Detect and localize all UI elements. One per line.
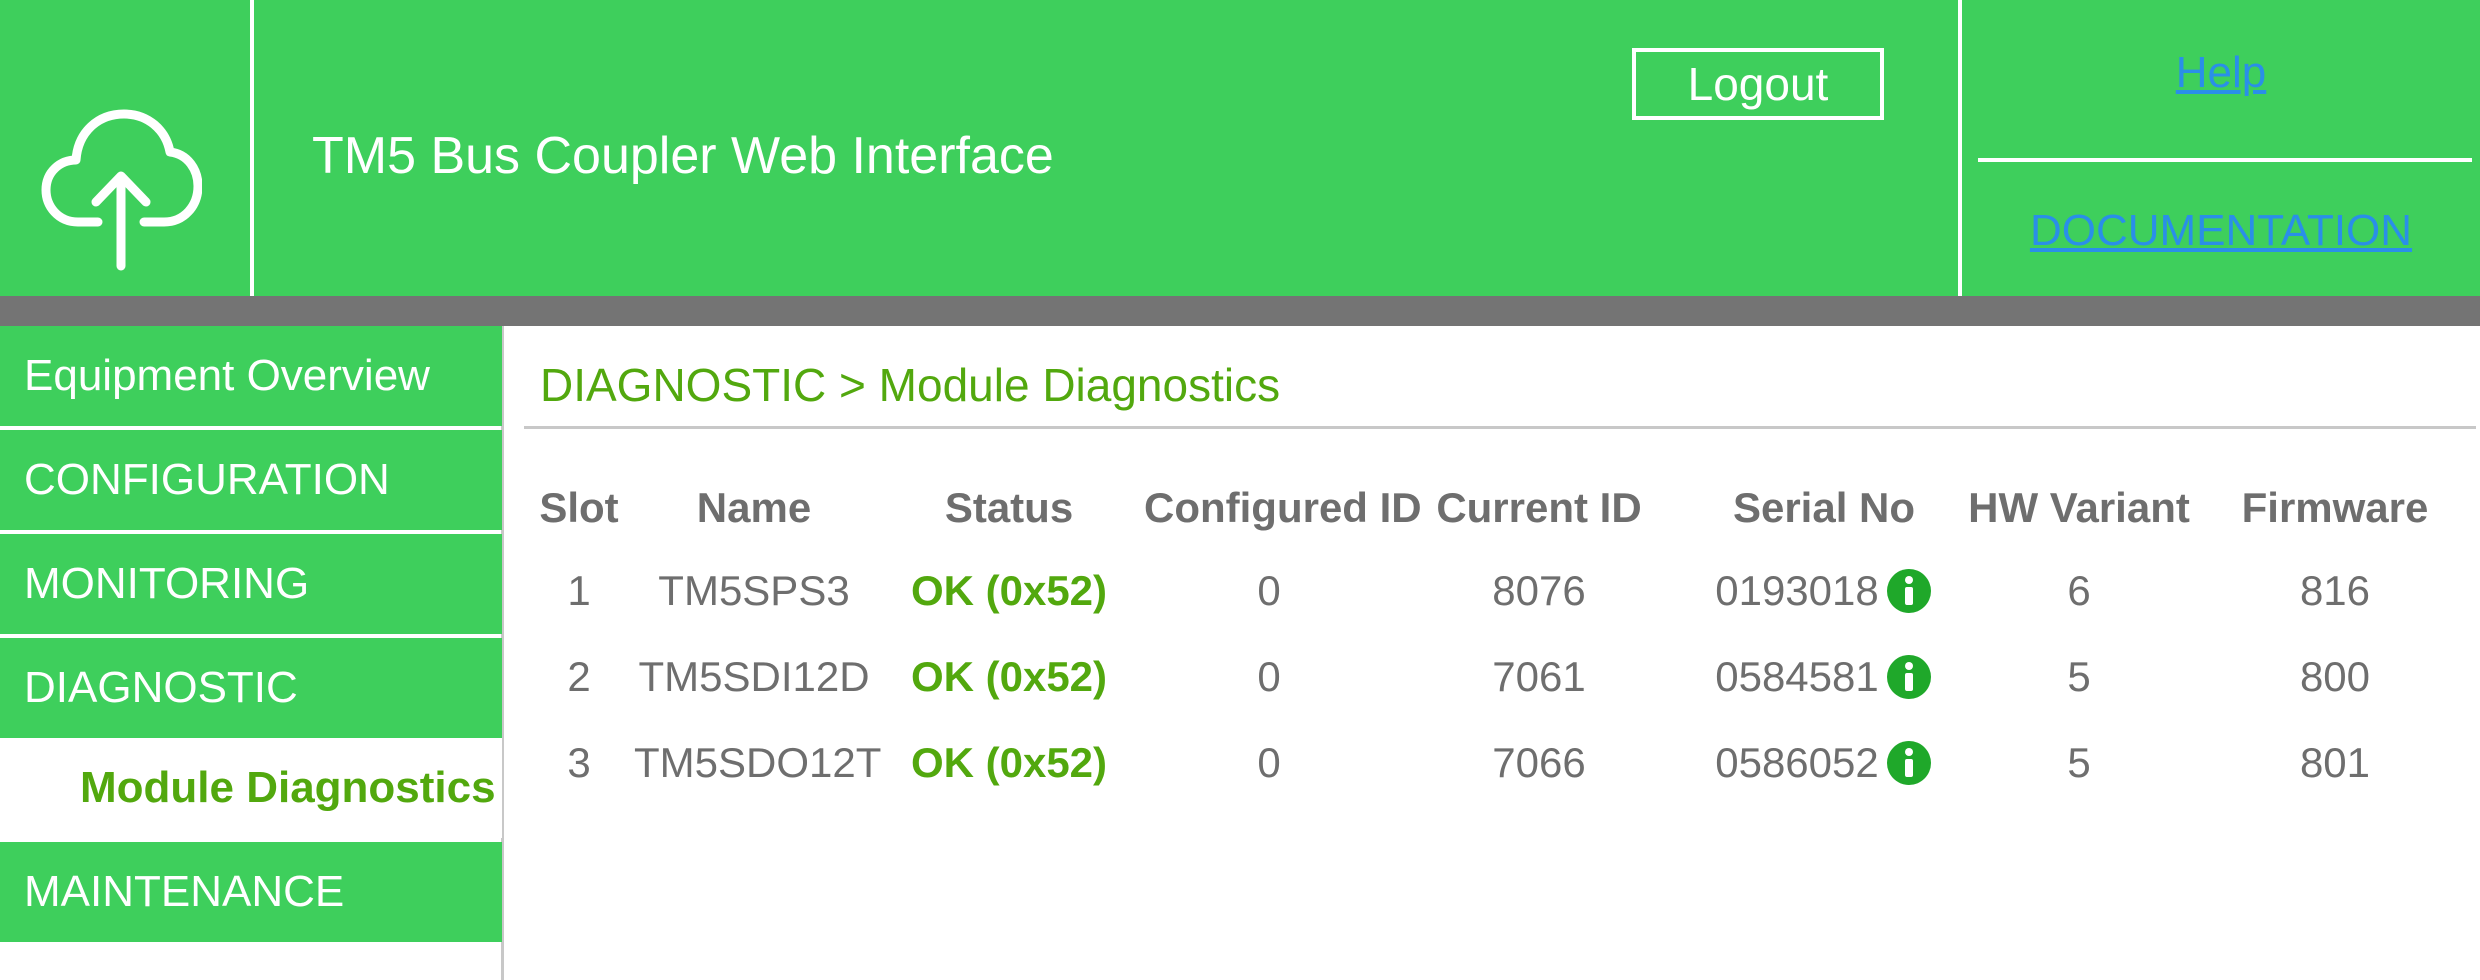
column-header-current-id: Current ID (1436, 484, 1642, 531)
cell-status: OK (0x52) (910, 739, 1108, 786)
help-panel: Help DOCUMENTATION (1958, 0, 2480, 296)
help-divider (1978, 158, 2472, 162)
cell-firmware: 816 (2299, 567, 2371, 614)
header-separator-band (0, 296, 2480, 326)
cell-name: TM5SPS3 (658, 567, 850, 614)
sidebar-item-diagnostic[interactable]: DIAGNOSTIC (0, 638, 502, 738)
cell-status: OK (0x52) (910, 653, 1108, 700)
cell-current-id: 7066 (1492, 739, 1586, 786)
serial-number: 0193018 (1715, 567, 1879, 614)
cell-serial-no: 0584581 (1684, 634, 1964, 720)
sidebar: Equipment Overview CONFIGURATION MONITOR… (0, 326, 504, 980)
info-icon[interactable] (1885, 739, 1933, 787)
breadcrumb: DIAGNOSTIC > Module Diagnostics (540, 359, 1281, 411)
cell-serial-no: 0193018 (1684, 548, 1964, 634)
cell-hw-variant: 6 (2067, 567, 2091, 614)
logo-area (0, 0, 254, 296)
breadcrumb-divider (524, 426, 2476, 429)
logout-button[interactable]: Logout (1632, 48, 1884, 120)
cell-configured-id: 0 (1257, 653, 1281, 700)
cell-current-id: 7061 (1492, 653, 1586, 700)
column-header-configured-id: Configured ID (1144, 484, 1422, 531)
cell-slot: 3 (567, 739, 591, 786)
table-row: 3 TM5SDO12T OK (0x52) 0 7066 0586052 5 8… (524, 720, 2476, 806)
help-link[interactable]: Help (1962, 48, 2480, 98)
cell-configured-id: 0 (1257, 567, 1281, 614)
info-icon[interactable] (1885, 653, 1933, 701)
column-header-name: Name (696, 484, 812, 531)
documentation-link[interactable]: DOCUMENTATION (1962, 206, 2480, 256)
sidebar-item-monitoring[interactable]: MONITORING (0, 534, 502, 634)
cloud-upload-icon (41, 109, 202, 271)
sidebar-item-module-diagnostics[interactable]: Module Diagnostics (0, 738, 502, 838)
sidebar-item-equipment-overview[interactable]: Equipment Overview (0, 326, 502, 426)
header-bar: TM5 Bus Coupler Web Interface Logout Hel… (0, 0, 2480, 296)
cell-serial-no: 0586052 (1684, 720, 1964, 806)
cell-hw-variant: 5 (2067, 739, 2091, 786)
cell-name: TM5SDO12T (634, 739, 882, 786)
cell-hw-variant: 5 (2067, 653, 2091, 700)
cell-slot: 1 (567, 567, 591, 614)
column-header-status: Status (944, 484, 1074, 531)
info-icon[interactable] (1885, 567, 1933, 615)
cell-name: TM5SDI12D (638, 653, 870, 700)
cell-status: OK (0x52) (910, 567, 1108, 614)
cell-slot: 2 (567, 653, 591, 700)
table-row: 1 TM5SPS3 OK (0x52) 0 8076 0193018 6 816 (524, 548, 2476, 634)
cell-firmware: 800 (2299, 653, 2371, 700)
serial-number: 0584581 (1715, 653, 1879, 700)
module-diagnostics-table: Slot Name Status Configured ID Current I… (524, 468, 2476, 806)
table-row: 2 TM5SDI12D OK (0x52) 0 7061 0584581 5 8… (524, 634, 2476, 720)
column-header-hw-variant: HW Variant (1968, 484, 2190, 531)
column-header-serial-no: Serial No (1732, 484, 1916, 531)
cell-firmware: 801 (2299, 739, 2371, 786)
sidebar-item-maintenance[interactable]: MAINTENANCE (0, 842, 502, 942)
column-header-firmware: Firmware (2241, 484, 2429, 531)
column-header-slot: Slot (539, 484, 619, 531)
sidebar-item-configuration[interactable]: CONFIGURATION (0, 430, 502, 530)
cell-current-id: 8076 (1492, 567, 1586, 614)
serial-number: 0586052 (1715, 739, 1879, 786)
app-title: TM5 Bus Coupler Web Interface (312, 127, 1054, 185)
cell-configured-id: 0 (1257, 739, 1281, 786)
table-header-row: Slot Name Status Configured ID Current I… (524, 468, 2476, 548)
